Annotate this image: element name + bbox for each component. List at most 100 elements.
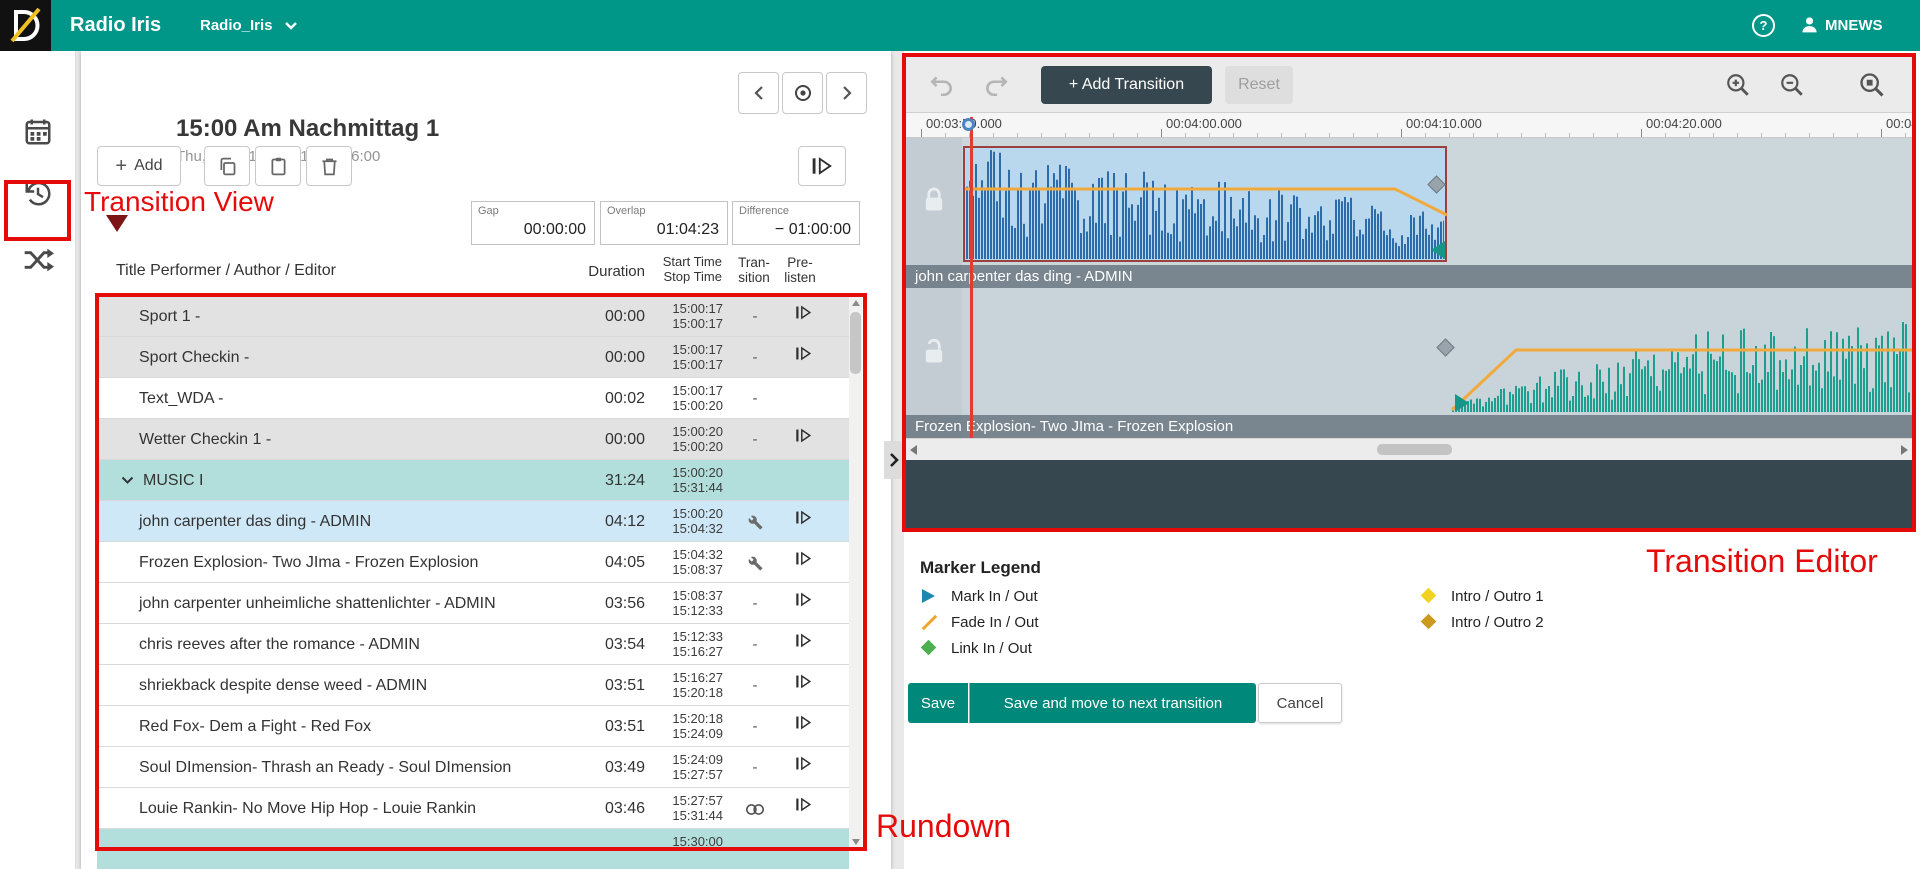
previous-hour-button[interactable] bbox=[738, 72, 779, 114]
paste-button[interactable] bbox=[255, 146, 301, 186]
sidebar-item-replan[interactable] bbox=[0, 166, 76, 222]
difference-field[interactable]: Difference − 01:00:00 bbox=[732, 201, 860, 245]
timeline-scrollbar[interactable] bbox=[905, 438, 1913, 460]
row-title: Red Fox- Dem a Fight - Red Fox bbox=[139, 706, 371, 747]
row-duration: 03:46 bbox=[565, 788, 645, 829]
row-start-stop: 15:00:1715:00:20 bbox=[637, 383, 723, 413]
scroll-right-arrow[interactable] bbox=[1901, 445, 1908, 455]
ruler-tick-label: 00:04:30.000 bbox=[1886, 116, 1913, 131]
prelisten-button[interactable] bbox=[783, 633, 823, 653]
zoom-selection-button[interactable] bbox=[1857, 71, 1887, 99]
prelisten-button[interactable] bbox=[783, 510, 823, 530]
marker-legend-title: Marker Legend bbox=[920, 558, 1041, 578]
prelisten-button[interactable] bbox=[783, 715, 823, 735]
app-window: Radio Iris Radio_Iris ? MNEWS 15:00 Am N… bbox=[0, 0, 1920, 869]
playhead-line[interactable] bbox=[970, 117, 973, 438]
row-title: Sport 1 - bbox=[139, 296, 200, 337]
lock-open-icon[interactable] bbox=[920, 338, 948, 366]
transport-bar: -60-30-12-6-30 bbox=[905, 460, 1913, 529]
overlap-value: 01:04:23 bbox=[657, 221, 719, 239]
prelisten-button[interactable] bbox=[783, 346, 823, 366]
prelisten-button[interactable] bbox=[783, 428, 823, 448]
track2-label: Frozen Explosion- Two JIma - Frozen Expl… bbox=[905, 415, 1913, 438]
transition-wrench-icon[interactable] bbox=[748, 515, 763, 530]
track2-waveform[interactable] bbox=[1452, 302, 1910, 412]
panel-collapse-handle[interactable] bbox=[884, 441, 903, 479]
track1-audio-clip[interactable] bbox=[963, 146, 1447, 262]
rundown-row[interactable]: Frozen Explosion- Two JIma - Frozen Expl… bbox=[97, 542, 849, 583]
prelisten-button[interactable] bbox=[783, 756, 823, 776]
row-title: chris reeves after the romance - ADMIN bbox=[139, 624, 420, 665]
overlap-field[interactable]: Overlap 01:04:23 bbox=[600, 201, 728, 245]
sidebar-item-schedule[interactable] bbox=[0, 104, 76, 160]
zoom-in-button[interactable] bbox=[1723, 71, 1753, 99]
rundown-scrollbar[interactable] bbox=[849, 296, 862, 849]
redo-icon bbox=[983, 72, 1009, 98]
group-expand-icon[interactable] bbox=[121, 476, 134, 485]
copy-button[interactable] bbox=[204, 146, 250, 186]
sidebar bbox=[0, 51, 76, 869]
rundown-row[interactable]: Sport 1 -00:0015:00:1715:00:17- bbox=[97, 296, 849, 337]
reset-button[interactable]: Reset bbox=[1225, 66, 1293, 104]
intro-outro-1-icon bbox=[1420, 587, 1439, 605]
rundown-row[interactable]: shriekback despite dense weed - ADMIN03:… bbox=[97, 665, 849, 706]
save-button[interactable]: Save bbox=[908, 683, 968, 723]
rundown-row[interactable]: john carpenter das ding - ADMIN04:1215:0… bbox=[97, 501, 849, 542]
scroll-left-arrow[interactable] bbox=[910, 445, 917, 455]
rundown-row[interactable]: Sport Checkin -00:0015:00:1715:00:17- bbox=[97, 337, 849, 378]
row-transition-cell[interactable] bbox=[727, 788, 783, 829]
prelisten-button[interactable] bbox=[783, 305, 823, 325]
transition-link-icon[interactable] bbox=[745, 803, 765, 816]
lock-closed-icon[interactable] bbox=[920, 186, 948, 214]
rundown-row[interactable]: Red Fox- Dem a Fight - Red Fox 03:5115:20… bbox=[97, 706, 849, 747]
gap-field[interactable]: Gap 00:00:00 bbox=[471, 201, 595, 245]
save-and-next-button[interactable]: Save and move to next transition bbox=[969, 683, 1256, 723]
next-hour-button[interactable] bbox=[826, 72, 867, 114]
help-button[interactable]: ? bbox=[1752, 14, 1775, 37]
station-selector[interactable]: Radio_Iris bbox=[200, 0, 298, 51]
row-transition-cell[interactable] bbox=[727, 542, 783, 583]
prelisten-button[interactable] bbox=[783, 551, 823, 571]
rundown-row[interactable]: 15:30:00 bbox=[97, 829, 849, 869]
mark-in-marker[interactable] bbox=[1455, 394, 1469, 412]
scrollbar-thumb[interactable] bbox=[850, 312, 861, 374]
sidebar-item-transition-view[interactable] bbox=[0, 232, 76, 288]
row-duration: 03:51 bbox=[565, 706, 645, 747]
prelisten-rundown-button[interactable] bbox=[798, 146, 846, 186]
timeline-ruler[interactable]: 00:03:50.00000:04:00.00000:04:10.00000:0… bbox=[905, 113, 1913, 138]
transition-wrench-icon[interactable] bbox=[748, 556, 763, 571]
mark-out-marker[interactable] bbox=[1431, 241, 1445, 259]
row-title: shriekback despite dense weed - ADMIN bbox=[139, 665, 427, 706]
rundown-row[interactable]: Text_WDA -00:0215:00:1715:00:20- bbox=[97, 378, 849, 419]
prelisten-button[interactable] bbox=[783, 674, 823, 694]
rundown-row[interactable]: Wetter Checkin 1 -00:0015:00:2015:00:20- bbox=[97, 419, 849, 460]
rundown-row[interactable]: Soul DImension- Thrash an Ready - Soul D… bbox=[97, 747, 849, 788]
redo-button[interactable] bbox=[981, 71, 1011, 99]
row-transition-cell[interactable] bbox=[727, 501, 783, 542]
current-hour-button[interactable] bbox=[782, 72, 823, 114]
top-bar: Radio Iris Radio_Iris ? MNEWS bbox=[0, 0, 1920, 51]
rundown-row[interactable]: chris reeves after the romance - ADMIN 03… bbox=[97, 624, 849, 665]
playhead-handle[interactable] bbox=[962, 118, 975, 131]
row-start-stop: 15:20:1815:24:09 bbox=[637, 711, 723, 741]
difference-label: Difference bbox=[739, 205, 789, 217]
scroll-up-arrow[interactable] bbox=[849, 296, 862, 310]
add-transition-button[interactable]: + Add Transition bbox=[1041, 66, 1212, 104]
timeline-scrollbar-thumb[interactable] bbox=[1377, 444, 1452, 455]
row-duration: 03:54 bbox=[565, 624, 645, 665]
intro-outro-2-icon bbox=[1420, 613, 1439, 631]
undo-button[interactable] bbox=[927, 71, 957, 99]
rundown-row[interactable]: john carpenter unheimliche shattenlichte… bbox=[97, 583, 849, 624]
rundown-row[interactable]: MUSIC I31:2415:00:2015:31:44 bbox=[97, 460, 849, 501]
row-title: Sport Checkin - bbox=[139, 337, 249, 378]
prelisten-button[interactable] bbox=[783, 797, 823, 817]
legend-item: Fade In / Out bbox=[920, 612, 1039, 632]
add-item-button[interactable]: + Add bbox=[97, 146, 181, 186]
delete-button[interactable] bbox=[306, 146, 352, 186]
prelisten-button[interactable] bbox=[783, 592, 823, 612]
cancel-button[interactable]: Cancel bbox=[1258, 683, 1342, 723]
user-menu[interactable]: MNEWS bbox=[1800, 0, 1883, 51]
scroll-down-arrow[interactable] bbox=[849, 835, 862, 849]
column-header-start-stop: Start TimeStop Time bbox=[640, 254, 722, 284]
rundown-row[interactable]: Louie Rankin- No Move Hip Hop - Louie Ra… bbox=[97, 788, 849, 829]
